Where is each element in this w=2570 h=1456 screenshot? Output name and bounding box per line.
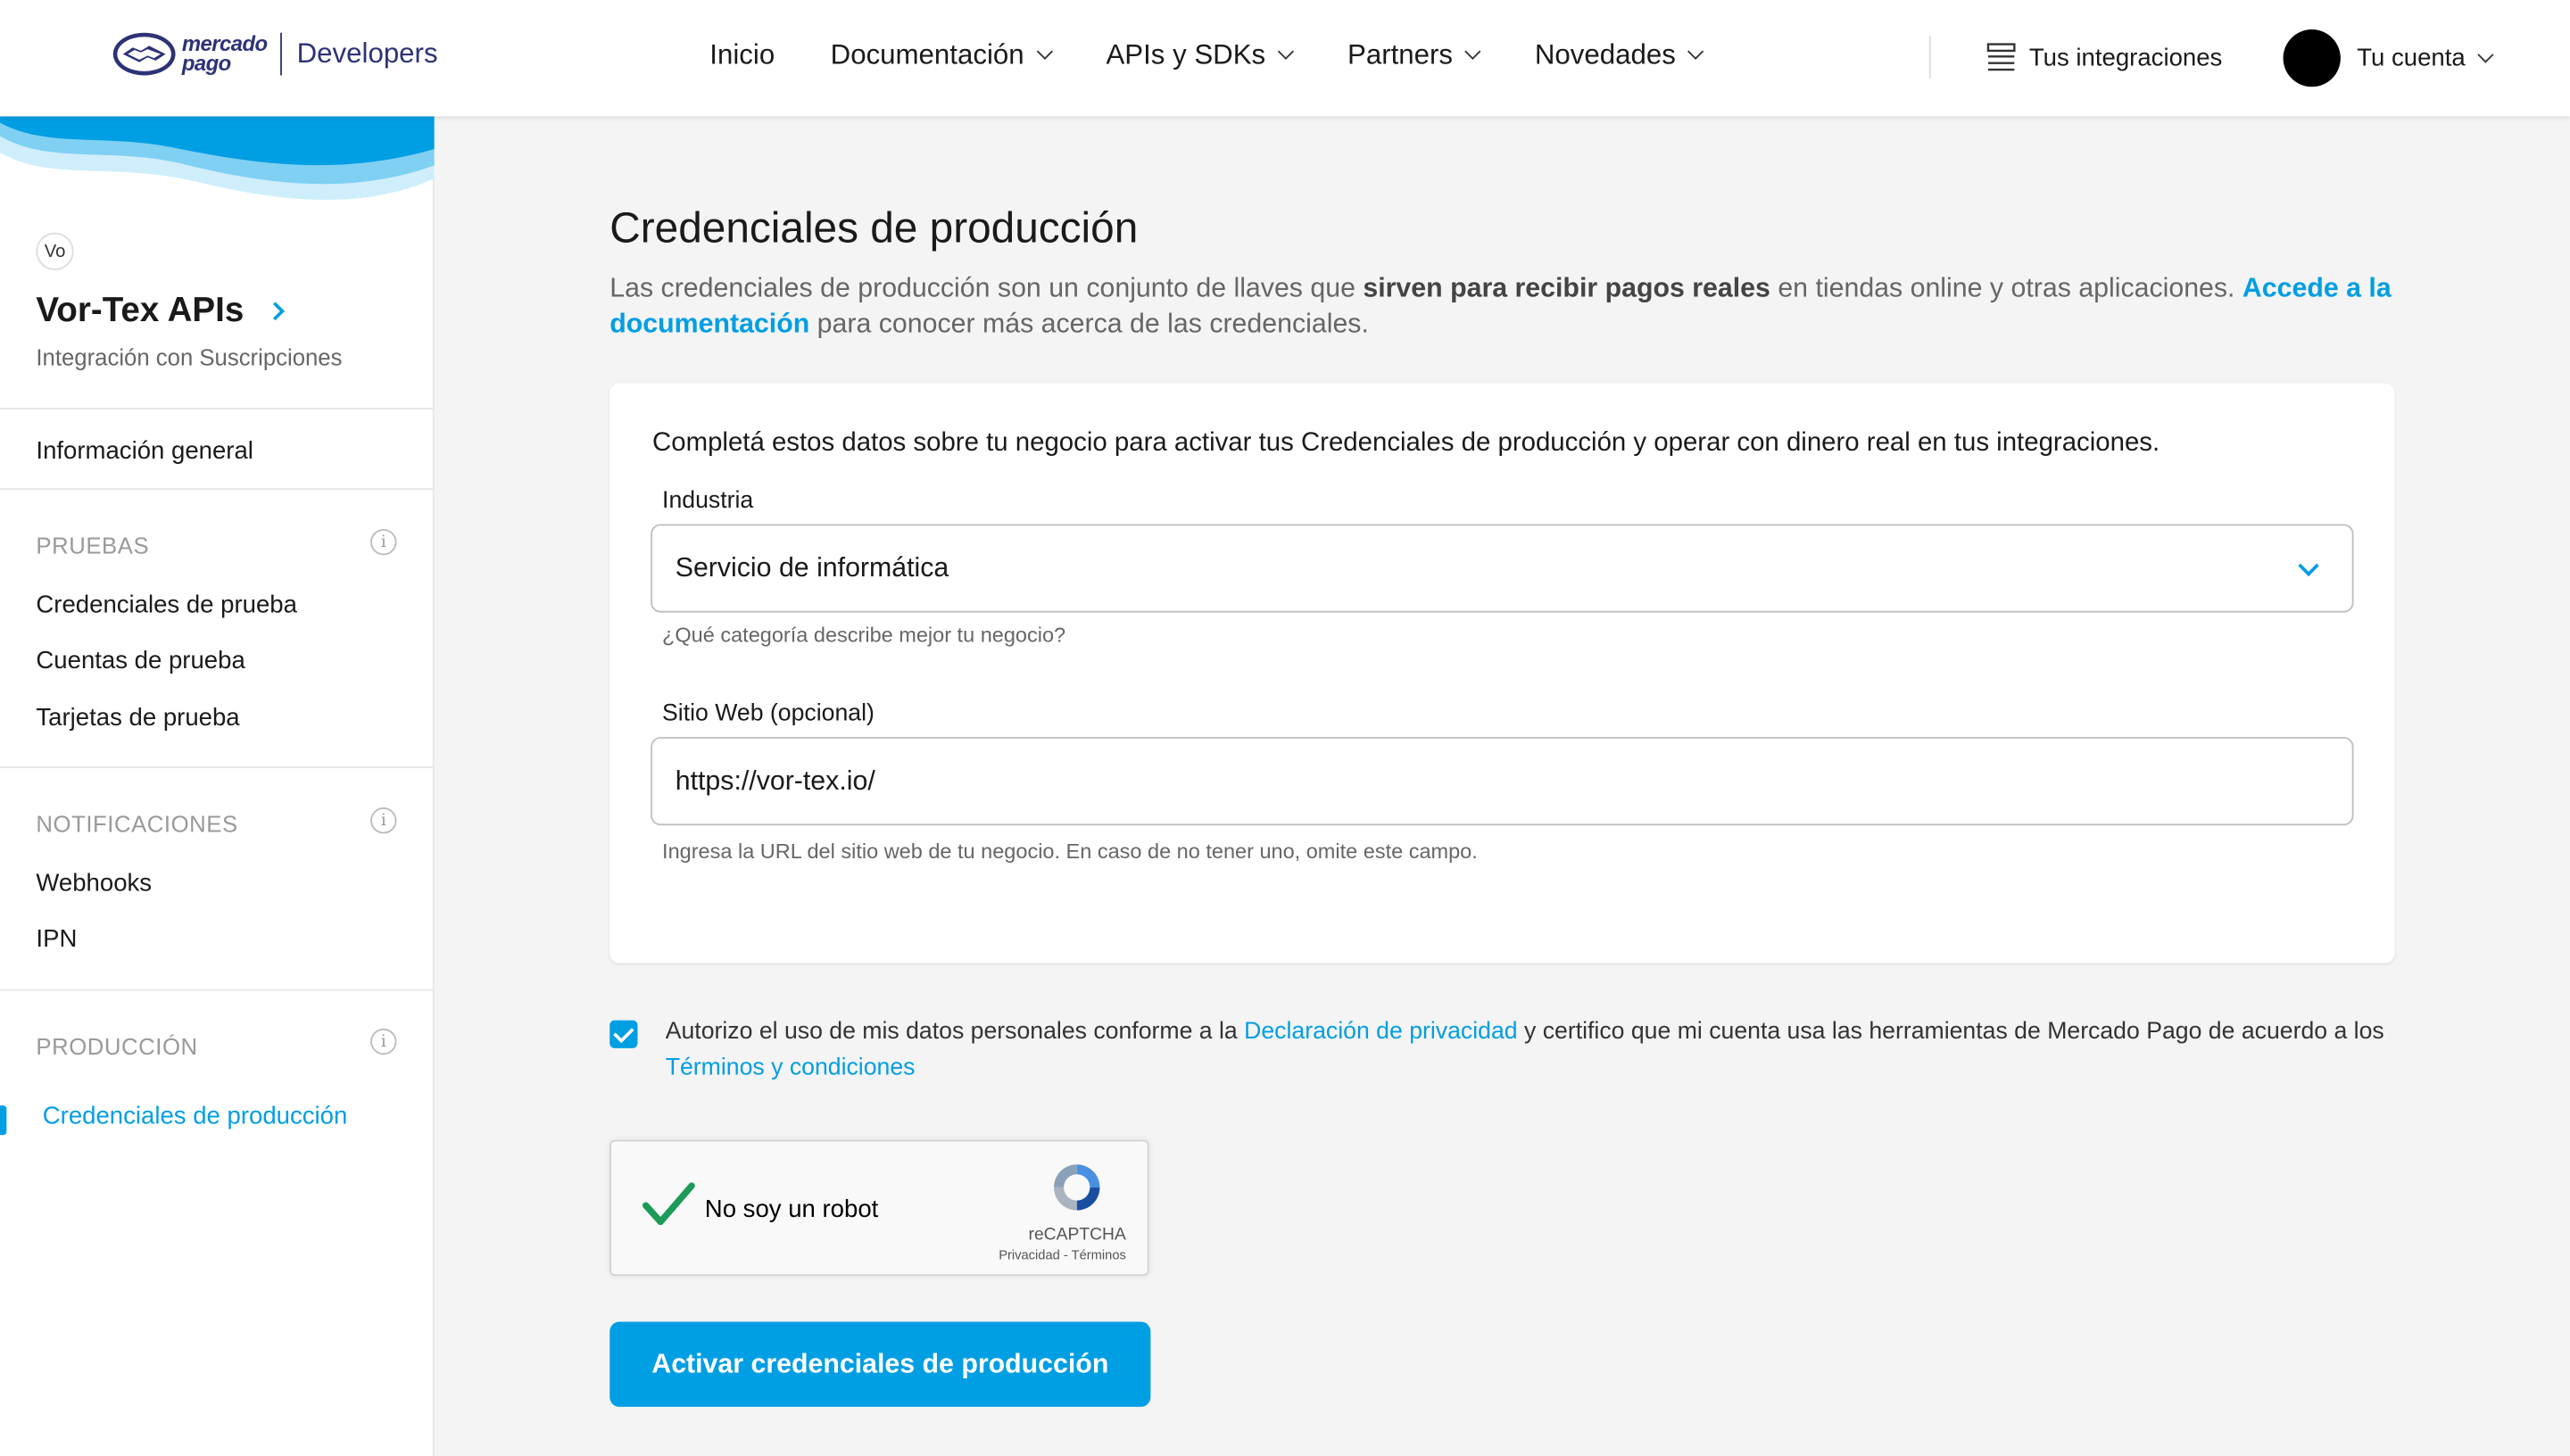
header-divider xyxy=(1928,36,1931,79)
logo-wordmark: mercado pago xyxy=(181,33,268,76)
info-icon[interactable]: i xyxy=(370,528,397,556)
industry-helper: ¿Qué categoría describe mejor tu negocio… xyxy=(662,622,1066,648)
consent-part: y certifico que mi cuenta usa las herram… xyxy=(1517,1018,2384,1046)
chevron-down-icon xyxy=(2477,46,2494,62)
sidebar-divider xyxy=(0,766,435,768)
website-input[interactable]: https://vor-tex.io/ xyxy=(651,737,2354,826)
sidebar-section-notificaciones: NOTIFICACIONES xyxy=(36,810,238,838)
chevron-down-icon xyxy=(1036,43,1053,60)
nav-label: Inicio xyxy=(709,39,775,70)
project-name[interactable]: Vor-Tex APIs xyxy=(36,292,244,331)
project-avatar: Vo xyxy=(36,232,74,270)
account-label: Tu cuenta xyxy=(2357,44,2466,72)
active-indicator xyxy=(0,1105,7,1136)
logo-product-name: Developers xyxy=(296,37,438,70)
chevron-down-icon xyxy=(2298,555,2319,576)
chevron-down-icon xyxy=(1687,43,1704,60)
account-menu[interactable]: Tu cuenta xyxy=(2283,29,2494,87)
integrations-label: Tus integraciones xyxy=(2028,43,2223,71)
nav-documentacion[interactable]: Documentación xyxy=(830,39,1053,72)
nav-label: Novedades xyxy=(1534,39,1676,70)
captcha-brand: reCAPTCHA xyxy=(1028,1225,1126,1245)
chevron-down-icon xyxy=(1464,43,1482,60)
info-icon[interactable]: i xyxy=(370,1028,397,1055)
recaptcha-icon xyxy=(1054,1164,1100,1211)
nav-partners[interactable]: Partners xyxy=(1347,39,1482,72)
website-value: https://vor-tex.io/ xyxy=(675,765,875,796)
sidebar-item-webhooks[interactable]: Webhooks xyxy=(36,870,152,898)
handshake-logo-icon xyxy=(112,32,176,76)
captcha-label: No soy un robot xyxy=(704,1195,879,1224)
nav-inicio[interactable]: Inicio xyxy=(709,39,775,72)
logo-word-2: pago xyxy=(181,50,231,76)
nav-novedades[interactable]: Novedades xyxy=(1534,39,1704,72)
project-subtitle: Integración con Suscripciones xyxy=(36,343,343,370)
sidebar-divider xyxy=(0,408,435,410)
sidebar-item-ipn[interactable]: IPN xyxy=(36,925,77,953)
sidebar-item-test-cards[interactable]: Tarjetas de prueba xyxy=(36,704,239,732)
sidebar-section-pruebas: PRUEBAS xyxy=(36,532,150,558)
chevron-right-icon[interactable] xyxy=(266,302,285,321)
activate-credentials-button[interactable]: Activar credenciales de producción xyxy=(609,1321,1151,1407)
business-form-card: Completá estos datos sobre tu negocio pa… xyxy=(609,383,2395,964)
page-title: Credenciales de producción xyxy=(609,203,1139,252)
desc-text: en tiendas online y otras aplicaciones. xyxy=(1770,273,2243,303)
industry-label: Industria xyxy=(662,488,754,515)
main-nav: Inicio Documentación APIs y SDKs Partner… xyxy=(709,39,1757,72)
website-label: Sitio Web (opcional) xyxy=(662,700,875,728)
sidebar-divider xyxy=(0,989,435,991)
chevron-down-icon xyxy=(1278,43,1295,60)
consent-text: Autorizo el uso de mis datos personales … xyxy=(666,1015,2403,1086)
nav-label: Documentación xyxy=(830,39,1024,70)
green-check-icon xyxy=(642,1182,695,1226)
sidebar-item-test-accounts[interactable]: Cuentas de prueba xyxy=(36,647,245,674)
sidebar-item-general-info[interactable]: Información general xyxy=(36,437,253,465)
consent-checkbox[interactable] xyxy=(609,1020,638,1048)
sidebar: Vo Vor-Tex APIs Integración con Suscripc… xyxy=(0,116,435,1456)
nav-label: Partners xyxy=(1347,39,1454,70)
sidebar-wave-decoration xyxy=(0,116,435,201)
desc-bold: sirven para recibir pagos reales xyxy=(1363,273,1770,303)
terms-link[interactable]: Términos y condiciones xyxy=(666,1054,916,1080)
sidebar-item-prod-credentials[interactable]: Credenciales de producción xyxy=(43,1102,348,1129)
desc-text: para conocer más acerca de las credencia… xyxy=(809,309,1369,340)
info-icon[interactable]: i xyxy=(370,807,397,834)
consent-part: Autorizo el uso de mis datos personales … xyxy=(665,1018,1245,1046)
list-icon xyxy=(1986,43,2016,71)
card-intro: Completá estos datos sobre tu negocio pa… xyxy=(652,428,2160,458)
top-header: mercado pago Developers Inicio Documenta… xyxy=(0,0,2570,117)
captcha-links[interactable]: Privacidad - Términos xyxy=(999,1248,1126,1263)
industry-value: Servicio de informática xyxy=(675,552,949,583)
recaptcha-widget[interactable]: No soy un robot reCAPTCHA Privacidad - T… xyxy=(609,1139,1149,1277)
nav-label: APIs y SDKs xyxy=(1106,39,1266,70)
sidebar-item-test-credentials[interactable]: Credenciales de prueba xyxy=(36,592,297,619)
industry-select[interactable]: Servicio de informática xyxy=(651,524,2354,613)
page-description: Las credenciales de producción son un co… xyxy=(609,270,2396,343)
sidebar-divider xyxy=(0,488,435,490)
integrations-link[interactable]: Tus integraciones xyxy=(1986,43,2222,72)
privacy-link[interactable]: Declaración de privacidad xyxy=(1244,1019,1517,1045)
sidebar-section-produccion: PRODUCCIÓN xyxy=(36,1033,198,1060)
mercadopago-developers-logo[interactable]: mercado pago Developers xyxy=(112,29,438,79)
logo-divider xyxy=(280,32,283,76)
nav-apis-sdks[interactable]: APIs y SDKs xyxy=(1106,39,1295,72)
desc-text: Las credenciales de producción son un co… xyxy=(609,273,1364,303)
website-helper: Ingresa la URL del sitio web de tu negoc… xyxy=(662,838,1478,864)
avatar xyxy=(2283,29,2341,87)
